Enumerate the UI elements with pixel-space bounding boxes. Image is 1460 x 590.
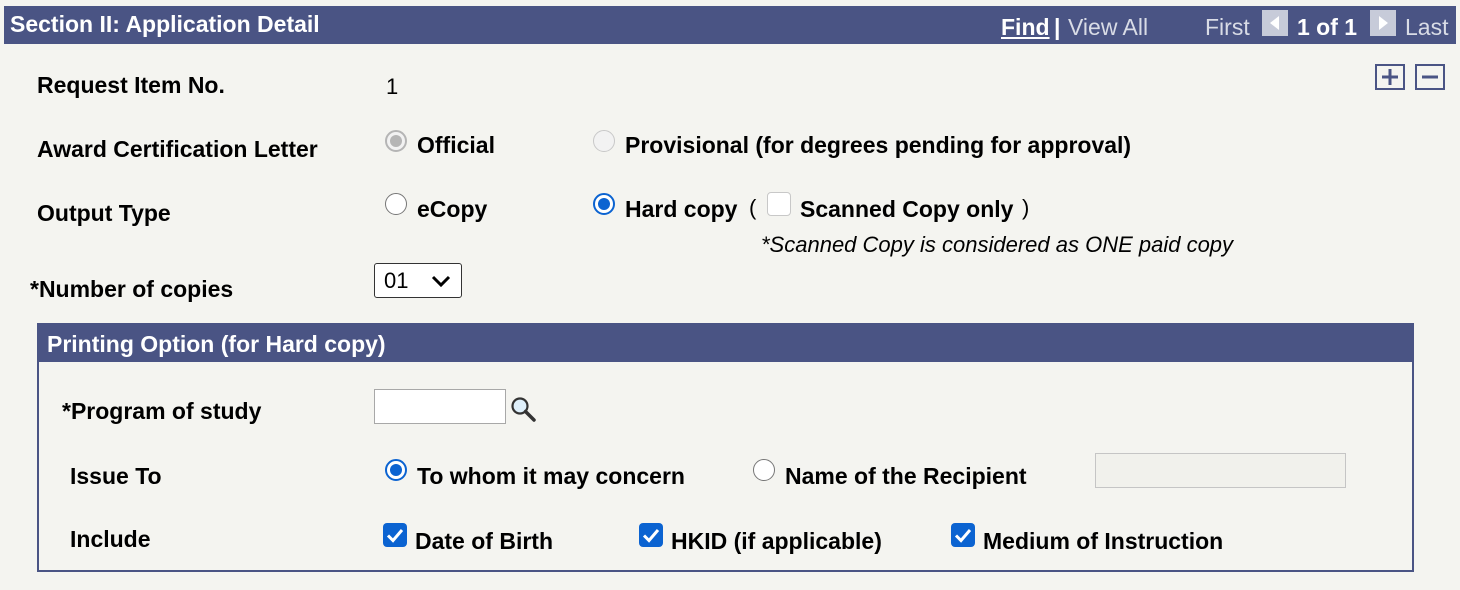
issue-to-label: Issue To	[70, 463, 162, 489]
recipient-name-input[interactable]	[1095, 453, 1346, 488]
add-row-icon	[1382, 69, 1398, 85]
scanned-copy-checkbox[interactable]	[767, 192, 791, 216]
award-letter-label: Award Certification Letter	[37, 136, 318, 162]
request-item-value: 1	[386, 74, 399, 99]
hard-copy-label: Hard copy	[625, 196, 738, 222]
printing-option-title: Printing Option (for Hard copy)	[47, 331, 386, 357]
section-title: Section II: Application Detail	[10, 11, 320, 37]
row-count: 1 of 1	[1297, 14, 1358, 40]
find-link[interactable]: Find	[1001, 14, 1050, 41]
medium-of-instruction-label: Medium of Instruction	[983, 528, 1224, 554]
add-row-button[interactable]	[1375, 64, 1405, 90]
output-type-label: Output Type	[37, 200, 171, 226]
last-link: Last	[1405, 14, 1449, 40]
program-input[interactable]	[374, 389, 506, 424]
provisional-radio	[593, 130, 615, 152]
paren-open: (	[749, 195, 757, 220]
paren-close: )	[1022, 195, 1030, 220]
copies-label: *Number of copies	[30, 276, 234, 302]
copies-value: 01	[384, 268, 409, 293]
request-item-label: Request Item No.	[37, 72, 225, 98]
dropdown-chevron-icon	[431, 275, 451, 288]
to-whom-radio[interactable]	[385, 459, 407, 481]
medium-of-instruction-checkbox[interactable]	[951, 523, 975, 547]
include-label: Include	[70, 526, 151, 552]
official-label: Official	[417, 132, 495, 158]
date-of-birth-checkbox[interactable]	[383, 523, 407, 547]
lookup-search-icon[interactable]	[509, 395, 539, 425]
ecopy-label: eCopy	[417, 196, 488, 222]
recipient-label: Name of the Recipient	[785, 463, 1027, 489]
checkmark-icon	[642, 529, 660, 543]
program-label: *Program of study	[62, 398, 262, 424]
provisional-label: Provisional (for degrees pending for app…	[625, 132, 1132, 158]
checkmark-icon	[386, 529, 404, 543]
to-whom-label: To whom it may concern	[417, 463, 685, 489]
hkid-label: HKID (if applicable)	[671, 528, 882, 554]
official-radio	[385, 130, 407, 152]
nav-separator: |	[1054, 14, 1061, 40]
checkmark-icon	[954, 529, 972, 543]
scanned-copy-label: Scanned Copy only	[800, 196, 1014, 222]
delete-row-button[interactable]	[1415, 64, 1445, 90]
hard-copy-radio[interactable]	[593, 193, 615, 215]
nav-first-arrow-icon	[1262, 10, 1288, 36]
recipient-radio[interactable]	[753, 459, 775, 481]
nav-next-arrow-icon	[1370, 10, 1396, 36]
hkid-checkbox[interactable]	[639, 523, 663, 547]
view-all-link: View All	[1068, 14, 1149, 40]
scanned-copy-note: *Scanned Copy is considered as ONE paid …	[761, 232, 1234, 257]
first-link: First	[1205, 14, 1250, 40]
delete-row-icon	[1422, 75, 1438, 79]
date-of-birth-label: Date of Birth	[415, 528, 553, 554]
ecopy-radio[interactable]	[385, 193, 407, 215]
